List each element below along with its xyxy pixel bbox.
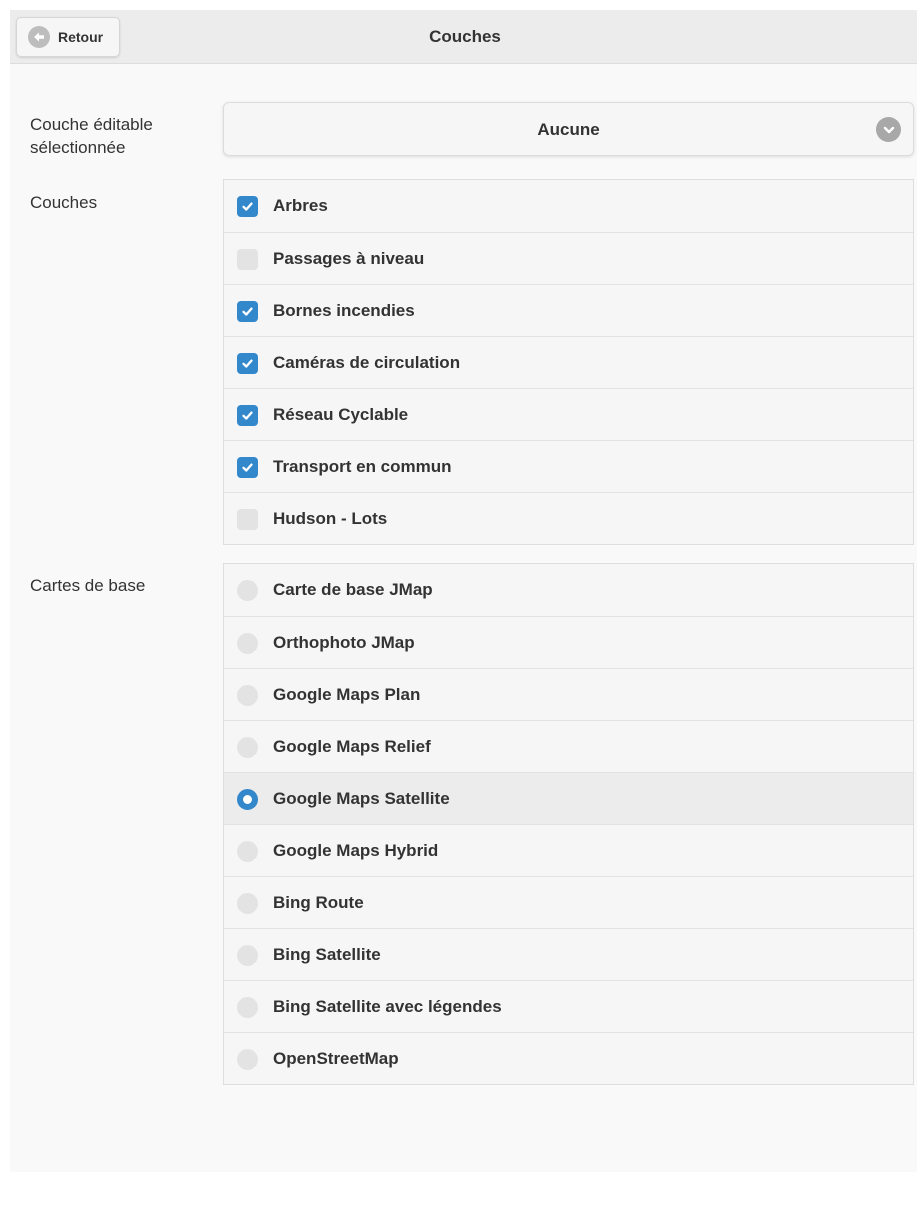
basemap-item-label: Google Maps Satellite bbox=[273, 789, 450, 808]
radio-unselected-icon[interactable] bbox=[237, 945, 258, 966]
editable-layer-select[interactable]: Aucune bbox=[223, 102, 914, 156]
layers-list: Arbres Passages à niveau Bornes incendies C… bbox=[223, 179, 914, 545]
layer-item[interactable]: Transport en commun bbox=[224, 440, 913, 492]
layers-page: Retour Couches Couche éditable sélection… bbox=[10, 10, 917, 1172]
layer-item[interactable]: Caméras de circulation bbox=[224, 336, 913, 388]
layer-item-label: Hudson - Lots bbox=[273, 509, 388, 528]
chevron-down-icon bbox=[876, 117, 901, 142]
basemap-item[interactable]: Google Maps Satellite bbox=[224, 772, 913, 824]
basemap-item[interactable]: Bing Route bbox=[224, 876, 913, 928]
radio-unselected-icon[interactable] bbox=[237, 580, 258, 601]
layers-label: Couches bbox=[30, 193, 98, 212]
basemap-item-label: Orthophoto JMap bbox=[273, 633, 415, 652]
checkbox-unchecked-icon[interactable] bbox=[237, 249, 258, 270]
checkbox-unchecked-icon[interactable] bbox=[237, 509, 258, 530]
layer-item[interactable]: Réseau Cyclable bbox=[224, 388, 913, 440]
radio-unselected-icon[interactable] bbox=[237, 685, 258, 706]
basemap-item[interactable]: Orthophoto JMap bbox=[224, 616, 913, 668]
basemaps-list: Carte de base JMap Orthophoto JMap Google … bbox=[223, 563, 914, 1085]
layer-item[interactable]: Passages à niveau bbox=[224, 232, 913, 284]
layer-item-label: Arbres bbox=[273, 196, 328, 215]
layer-item[interactable]: Hudson - Lots bbox=[224, 492, 913, 544]
basemap-item-label: Bing Route bbox=[273, 893, 364, 912]
radio-unselected-icon[interactable] bbox=[237, 893, 258, 914]
basemap-item-label: Bing Satellite bbox=[273, 945, 381, 964]
basemap-item-label: Carte de base JMap bbox=[273, 580, 433, 599]
basemap-item[interactable]: Carte de base JMap bbox=[224, 564, 913, 616]
basemap-item-label: OpenStreetMap bbox=[273, 1049, 399, 1068]
checkbox-checked-icon[interactable] bbox=[237, 196, 258, 217]
checkbox-checked-icon[interactable] bbox=[237, 301, 258, 322]
checkbox-checked-icon[interactable] bbox=[237, 457, 258, 478]
basemap-item[interactable]: Google Maps Plan bbox=[224, 668, 913, 720]
checkbox-checked-icon[interactable] bbox=[237, 405, 258, 426]
basemap-item[interactable]: Google Maps Relief bbox=[224, 720, 913, 772]
basemap-item-label: Google Maps Hybrid bbox=[273, 841, 439, 860]
basemap-item-label: Bing Satellite avec légendes bbox=[273, 997, 502, 1016]
header-bar: Retour Couches bbox=[10, 10, 917, 64]
layer-item[interactable]: Arbres bbox=[224, 180, 913, 232]
basemap-item-label: Google Maps Plan bbox=[273, 685, 421, 704]
radio-unselected-icon[interactable] bbox=[237, 633, 258, 654]
layer-item-label: Passages à niveau bbox=[273, 249, 425, 268]
layer-item-label: Caméras de circulation bbox=[273, 353, 461, 372]
layer-item[interactable]: Bornes incendies bbox=[224, 284, 913, 336]
basemap-item[interactable]: Google Maps Hybrid bbox=[224, 824, 913, 876]
basemap-item[interactable]: OpenStreetMap bbox=[224, 1032, 913, 1084]
basemap-item[interactable]: Bing Satellite avec légendes bbox=[224, 980, 913, 1032]
layer-item-label: Transport en commun bbox=[273, 457, 452, 476]
basemap-item[interactable]: Bing Satellite bbox=[224, 928, 913, 980]
page-title: Couches bbox=[429, 27, 501, 46]
editable-layer-label: Couche éditable sélectionnée bbox=[30, 115, 153, 157]
basemaps-label: Cartes de base bbox=[30, 576, 146, 595]
layer-item-label: Bornes incendies bbox=[273, 301, 415, 320]
radio-unselected-icon[interactable] bbox=[237, 997, 258, 1018]
radio-selected-icon[interactable] bbox=[237, 789, 258, 810]
basemap-item-label: Google Maps Relief bbox=[273, 737, 431, 756]
editable-layer-value: Aucune bbox=[537, 120, 600, 139]
radio-unselected-icon[interactable] bbox=[237, 737, 258, 758]
checkbox-checked-icon[interactable] bbox=[237, 353, 258, 374]
radio-unselected-icon[interactable] bbox=[237, 841, 258, 862]
layer-item-label: Réseau Cyclable bbox=[273, 405, 409, 424]
radio-unselected-icon[interactable] bbox=[237, 1049, 258, 1070]
